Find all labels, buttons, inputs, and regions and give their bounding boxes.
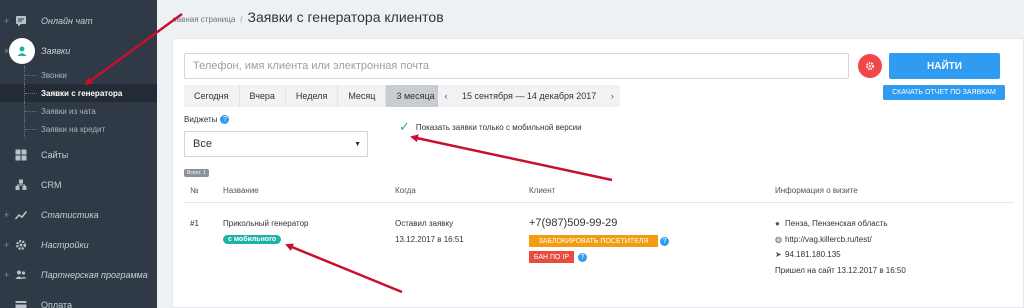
sidebar-item-label: Настройки xyxy=(41,240,89,250)
chevron-down-icon: ▼ xyxy=(354,141,361,148)
sidebar: + Онлайн чат × Заявки Звонки Заявки с ге… xyxy=(0,0,157,308)
sidebar-subitem-calls[interactable]: Звонки xyxy=(0,66,157,84)
sidebar-item-crm[interactable]: CRM xyxy=(0,170,157,200)
gear-icon xyxy=(866,62,874,70)
mobile-badge: с мобильного xyxy=(223,235,282,244)
search-input[interactable] xyxy=(184,53,849,79)
expand-icon: + xyxy=(4,16,10,26)
visit-ip-text: 94.181.180.135 xyxy=(785,250,841,259)
mobile-only-checkbox[interactable]: ✓ Показать заявки только с мобильной вер… xyxy=(399,119,582,135)
widget-select-value: Все xyxy=(193,138,212,150)
sidebar-item-settings[interactable]: + Настройки xyxy=(0,230,157,260)
mobile-only-label: Показать заявки только с мобильной верси… xyxy=(415,122,582,132)
sidebar-item-label: Заявки xyxy=(41,46,71,56)
column-header-number: № xyxy=(190,186,199,195)
visit-ip: ➤ 94.181.180.135 xyxy=(775,250,841,259)
column-header-when: Когда xyxy=(395,186,416,195)
sidebar-subitem-label: Заявки на кредит xyxy=(41,124,106,134)
sidebar-item-label: Онлайн чат xyxy=(41,16,93,26)
sidebar-subitem-generator[interactable]: Заявки с генератора xyxy=(0,84,157,102)
checkmark-icon: ✓ xyxy=(399,119,410,134)
page-title: Заявки с генератора клиентов xyxy=(247,9,444,25)
expand-icon: + xyxy=(4,240,10,250)
find-button[interactable]: НАЙТИ xyxy=(889,53,1000,79)
sidebar-item-label: Статистика xyxy=(41,210,99,220)
widgets-label: Виджеты ? xyxy=(184,115,230,124)
crm-icon xyxy=(14,178,28,192)
map-marker-icon: ● xyxy=(775,219,780,228)
block-visitor-button[interactable]: ЗАБЛОКИРОВАТЬ ПОСЕТИТЕЛЯ xyxy=(529,235,658,247)
row-when-date: 13.12.2017 в 16:51 xyxy=(395,235,464,244)
visit-time: Пришел на сайт 13.12.2017 в 16:50 xyxy=(775,266,906,275)
row-number: #1 xyxy=(190,219,199,228)
visit-url: ◍ http://vag.killercb.ru/test/ xyxy=(775,235,872,244)
visit-location: ● Пенза, Пензенская область xyxy=(775,219,888,228)
sidebar-item-statistics[interactable]: + Статистика xyxy=(0,200,157,230)
expand-icon: + xyxy=(4,210,10,220)
date-range-label[interactable]: 15 сентября — 14 декабря 2017 xyxy=(454,85,604,107)
date-next-button[interactable]: › xyxy=(604,85,620,107)
column-header-client: Клиент xyxy=(529,186,556,195)
sidebar-item-label: CRM xyxy=(41,180,62,190)
sidebar-subitem-credit[interactable]: Заявки на кредит xyxy=(0,120,157,138)
chat-icon xyxy=(14,14,28,28)
period-month[interactable]: Месяц xyxy=(338,85,387,107)
sidebar-subitem-label: Заявки из чата xyxy=(41,106,96,116)
widgets-label-text: Виджеты xyxy=(184,115,218,124)
help-icon[interactable]: ? xyxy=(660,237,669,246)
widget-select[interactable]: Все ▼ xyxy=(184,131,368,157)
globe-icon: ◍ xyxy=(775,235,782,244)
period-selector: Сегодня Вчера Неделя Месяц 3 месяца xyxy=(184,85,446,107)
visit-url-text[interactable]: http://vag.killercb.ru/test/ xyxy=(785,235,872,244)
period-today[interactable]: Сегодня xyxy=(184,85,240,107)
column-header-visit-info: Информация о визите xyxy=(775,186,858,195)
sidebar-subitem-label: Заявки с генератора xyxy=(41,88,123,98)
sites-icon xyxy=(14,148,28,162)
expand-icon: + xyxy=(4,270,10,280)
download-report-button[interactable]: СКАЧАТЬ ОТЧЕТ ПО ЗАЯВКАМ xyxy=(883,85,1005,100)
reset-search-button[interactable] xyxy=(858,54,882,78)
visit-location-text: Пенза, Пензенская область xyxy=(785,219,888,228)
period-yesterday[interactable]: Вчера xyxy=(239,85,286,107)
sidebar-item-sites[interactable]: Сайты xyxy=(0,140,157,170)
period-3-months[interactable]: 3 месяца xyxy=(386,85,446,107)
date-prev-button[interactable]: ‹ xyxy=(438,85,454,107)
sidebar-item-payment[interactable]: Оплата xyxy=(0,290,157,308)
sidebar-item-online-chat[interactable]: + Онлайн чат xyxy=(0,6,157,36)
table-divider xyxy=(184,202,1014,203)
total-badge: Всего: 1 xyxy=(184,169,209,177)
help-icon[interactable]: ? xyxy=(578,253,587,262)
column-header-name: Название xyxy=(223,186,259,195)
row-when-label: Оставил заявку xyxy=(395,219,454,228)
sidebar-item-partners[interactable]: + Партнерская программа xyxy=(0,260,157,290)
partners-icon xyxy=(14,268,28,282)
visit-time-text: Пришел на сайт 13.12.2017 в 16:50 xyxy=(775,266,906,275)
requests-panel: НАЙТИ СКАЧАТЬ ОТЧЕТ ПО ЗАЯВКАМ Сегодня В… xyxy=(172,38,1024,308)
sidebar-item-label: Оплата xyxy=(41,300,72,308)
breadcrumb-home-link[interactable]: лавная страница xyxy=(172,15,235,24)
gear-icon xyxy=(14,238,28,252)
date-range-picker: ‹ 15 сентября — 14 декабря 2017 › xyxy=(438,85,621,107)
user-icon xyxy=(8,37,36,65)
sidebar-subitem-chat-requests[interactable]: Заявки из чата xyxy=(0,102,157,120)
card-icon xyxy=(14,298,28,308)
row-phone[interactable]: +7(987)509-99-29 xyxy=(529,217,617,229)
breadcrumb-separator: / xyxy=(240,15,243,24)
breadcrumb: лавная страница / Заявки с генератора кл… xyxy=(172,9,444,25)
help-icon[interactable]: ? xyxy=(220,115,230,124)
ban-ip-button[interactable]: БАН ПО IP xyxy=(529,251,574,263)
location-arrow-icon: ➤ xyxy=(775,250,782,259)
chart-icon xyxy=(14,208,28,222)
sidebar-item-label: Партнерская программа xyxy=(41,270,148,280)
period-week[interactable]: Неделя xyxy=(285,85,339,107)
row-name: Прикольный генератор xyxy=(223,219,309,228)
sidebar-subitem-label: Звонки xyxy=(41,70,67,80)
sidebar-item-requests[interactable]: × Заявки xyxy=(0,36,157,66)
sidebar-item-label: Сайты xyxy=(41,150,69,160)
